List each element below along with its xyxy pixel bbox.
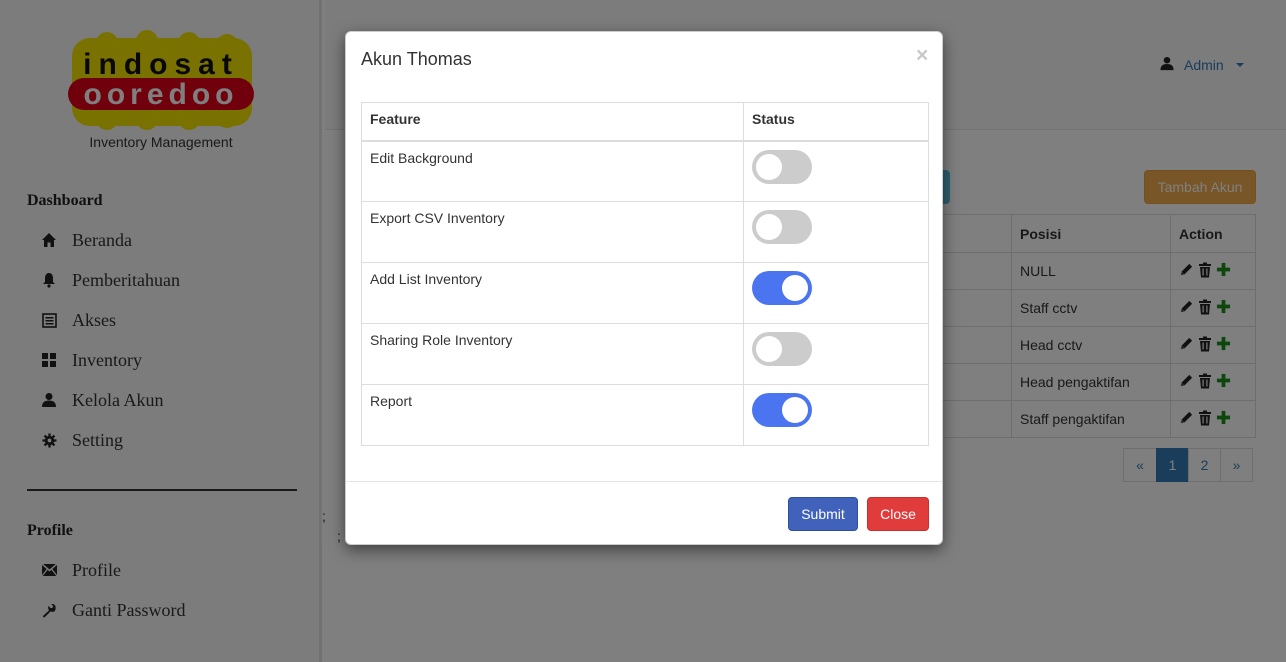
feature-name: Export CSV Inventory [361, 201, 744, 263]
feature-name: Report [361, 384, 744, 446]
status-cell [743, 384, 929, 446]
modal-title: Akun Thomas [361, 49, 472, 69]
close-button[interactable]: Close [867, 497, 929, 531]
status-cell [743, 262, 929, 324]
feature-row: Add List Inventory [361, 262, 929, 324]
toggle-knob [756, 214, 782, 240]
toggle-knob [782, 275, 808, 301]
toggle-knob [756, 153, 782, 180]
feature-table: Feature Status Edit Background Export CSV… [361, 102, 929, 446]
status-cell [743, 201, 929, 263]
account-modal: Akun Thomas × Feature Status Edit Backgr… [345, 31, 943, 545]
modal-footer: Submit Close [346, 481, 942, 545]
feature-toggle-switch[interactable] [752, 271, 812, 305]
submit-button[interactable]: Submit [788, 497, 858, 531]
feature-row: Edit Background [361, 140, 929, 202]
feature-name: Sharing Role Inventory [361, 323, 744, 385]
feature-name: Add List Inventory [361, 262, 744, 324]
column-header-feature: Feature [361, 102, 744, 142]
feature-row: Report [361, 384, 929, 446]
feature-toggle-switch[interactable] [752, 393, 812, 427]
feature-toggle-switch[interactable] [752, 332, 812, 366]
feature-row: Sharing Role Inventory [361, 323, 929, 385]
feature-name: Edit Background [361, 140, 744, 202]
status-cell [743, 323, 929, 385]
feature-toggle-switch[interactable] [752, 210, 812, 244]
status-cell [743, 140, 929, 202]
column-header-status: Status [743, 102, 929, 142]
feature-toggle-switch[interactable] [752, 149, 812, 184]
feature-row: Export CSV Inventory [361, 201, 929, 263]
close-icon[interactable]: × [916, 44, 928, 68]
toggle-knob [756, 336, 782, 362]
toggle-knob [782, 397, 808, 423]
